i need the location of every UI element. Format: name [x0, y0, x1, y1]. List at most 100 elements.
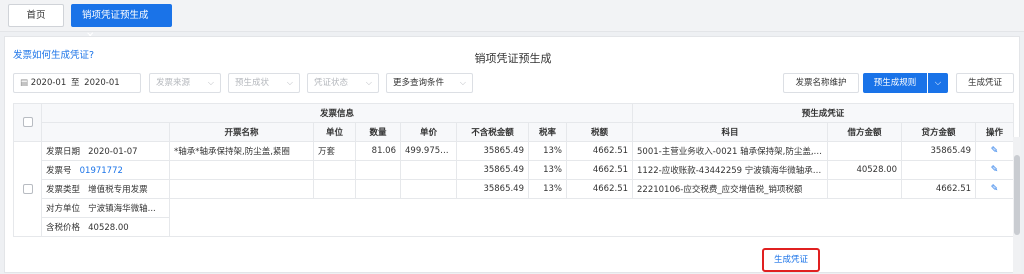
tab-home[interactable]: 首页: [8, 4, 64, 27]
cell-qty: [355, 160, 401, 180]
cell-credit: 35865.49: [901, 141, 977, 161]
cell-price: [400, 179, 457, 199]
pregen-status-label: 预生成状: [235, 78, 270, 88]
generate-voucher-button[interactable]: 生成凭证: [956, 73, 1014, 93]
info-cell: 发票号 01971772: [41, 160, 170, 180]
col-header: 不含税金额: [456, 122, 529, 142]
table-row: 发票号 01971772 35865.49 13% 4662.51 1122-应…: [14, 160, 1015, 180]
select-all-checkbox[interactable]: [22, 117, 33, 128]
cell-unit: [313, 160, 356, 180]
col-header: 借方金额: [827, 122, 903, 142]
edit-icon[interactable]: ✎: [991, 165, 999, 175]
row-select-cell: [13, 141, 42, 237]
cell-name: [169, 160, 314, 180]
cell-rate: 13%: [528, 179, 567, 199]
calendar-icon: ▤: [20, 78, 29, 88]
empty-cell: [168, 217, 1015, 237]
cell-credit: [901, 160, 977, 180]
cell-credit: 4662.51: [901, 179, 977, 199]
info-value: 40528.00: [88, 223, 129, 233]
table-row: 对方单位 宁波镇海华微轴...: [14, 198, 1015, 218]
cell-action: ✎: [975, 179, 1015, 199]
info-label: 发票类型: [46, 185, 81, 195]
row-generate-voucher-button[interactable]: 生成凭证: [762, 248, 820, 272]
cell-unit: 万套: [313, 141, 356, 161]
cell-qty: 81.06: [355, 141, 401, 161]
row-checkbox[interactable]: [22, 183, 33, 194]
col-header: 科目: [632, 122, 829, 142]
invoice-name-maintain-button[interactable]: 发票名称维护: [783, 73, 859, 93]
invoice-source-select[interactable]: 发票来源 ⌵: [149, 73, 221, 93]
col-header: 单位: [313, 122, 356, 142]
col-header: 操作: [975, 122, 1015, 142]
invoice-number-link[interactable]: 01971772: [80, 166, 123, 176]
edit-icon[interactable]: ✎: [991, 146, 999, 156]
info-col-header: [41, 122, 170, 142]
empty-cell: [168, 198, 1015, 218]
pregen-voucher-header: 预生成凭证: [632, 103, 1015, 123]
col-header: 税率: [528, 122, 567, 142]
tab-sales-voucher-pregen[interactable]: 销项凭证预生成 ✕: [71, 4, 172, 42]
cell-subject: 1122-应收账款-43442259 宁波镇海华微轴承制造...: [632, 160, 829, 180]
col-header: 贷方金额: [901, 122, 977, 142]
cell-price: [400, 160, 457, 180]
cell-debit: [827, 179, 903, 199]
cell-action: ✎: [975, 160, 1015, 180]
invoice-source-label: 发票来源: [156, 78, 191, 88]
chevron-down-icon: ⌵: [207, 78, 214, 87]
cell-tax: 4662.51: [565, 179, 634, 199]
col-header: 税额: [565, 122, 634, 142]
table-row: 含税价格 40528.00: [14, 217, 1015, 237]
cell-action: ✎: [975, 141, 1015, 161]
cell-amount: 35865.49: [456, 160, 529, 180]
pregen-status-select[interactable]: 预生成状 ⌵: [228, 73, 300, 93]
date-to: 2020-01: [84, 78, 120, 88]
main-panel: 发票如何生成凭证? 销项凭证预生成 ▤ 2020-01 至 2020-01 发票…: [4, 36, 1021, 274]
voucher-table: 发票信息 预生成凭证 开票名称 单位 数量 单价 不含税金额 税率 税额 科目 …: [13, 103, 1015, 237]
chevron-down-icon: ⌵: [286, 78, 293, 87]
table-row: 发票类型 增值税专用发票 35865.49 13% 4662.51 222101…: [14, 179, 1015, 199]
cell-unit: [313, 179, 356, 199]
cell-subject: 5001-主营业务收入-0021 轴承保持架,防尘盖,紧圈...: [632, 141, 829, 161]
cell-qty: [355, 179, 401, 199]
cell-rate: 13%: [528, 160, 567, 180]
chevron-down-icon[interactable]: ⌵: [928, 73, 948, 93]
pregen-rule-button[interactable]: 预生成规则: [863, 73, 927, 93]
voucher-status-label: 凭证状态: [314, 78, 349, 88]
tab-label: 销项凭证预生成: [82, 10, 149, 21]
info-cell: 发票类型 增值税专用发票: [41, 179, 170, 199]
cell-rate: 13%: [528, 141, 567, 161]
cell-tax: 4662.51: [565, 160, 634, 180]
tab-bar: 首页 销项凭证预生成 ✕: [0, 0, 1024, 42]
col-header: 开票名称: [169, 122, 314, 142]
page-title: 销项凭证预生成: [474, 52, 552, 65]
scrollbar-thumb[interactable]: [1014, 155, 1020, 235]
table-row: 发票日期 2020-01-07 *轴承*轴承保持架,防尘盖,紧圈 万套 81.0…: [13, 141, 1015, 237]
chevron-down-icon: ⌵: [365, 78, 372, 87]
select-all-cell: [13, 103, 42, 142]
info-label: 对方单位: [46, 204, 81, 214]
cell-tax: 4662.51: [565, 141, 634, 161]
more-filters-label: 更多查询条件: [393, 78, 445, 88]
more-filters-button[interactable]: 更多查询条件 ⌵: [386, 73, 473, 93]
cell-name: *轴承*轴承保持架,防尘盖,紧圈: [169, 141, 314, 161]
info-value: 2020-01-07: [88, 147, 138, 157]
col-header: 单价: [400, 122, 457, 142]
cell-debit: [827, 141, 903, 161]
info-cell: 发票日期 2020-01-07: [41, 141, 170, 161]
invoice-info-header: 发票信息: [40, 103, 634, 123]
info-label: 发票日期: [46, 147, 81, 157]
date-sep: 至: [70, 78, 80, 88]
cell-amount: 35865.49: [456, 179, 529, 199]
cell-amount: 35865.49: [456, 141, 529, 161]
date-range-picker[interactable]: ▤ 2020-01 至 2020-01: [13, 73, 141, 93]
info-value: 宁波镇海华微轴...: [88, 204, 156, 214]
edit-icon[interactable]: ✎: [991, 184, 999, 194]
cell-price: 499.975327: [400, 141, 457, 161]
info-label: 发票号: [46, 166, 72, 176]
col-header: 数量: [355, 122, 401, 142]
cell-debit: 40528.00: [827, 160, 903, 180]
chevron-down-icon: ⌵: [459, 78, 466, 87]
voucher-status-select[interactable]: 凭证状态 ⌵: [307, 73, 379, 93]
info-cell: 含税价格 40528.00: [41, 217, 170, 237]
